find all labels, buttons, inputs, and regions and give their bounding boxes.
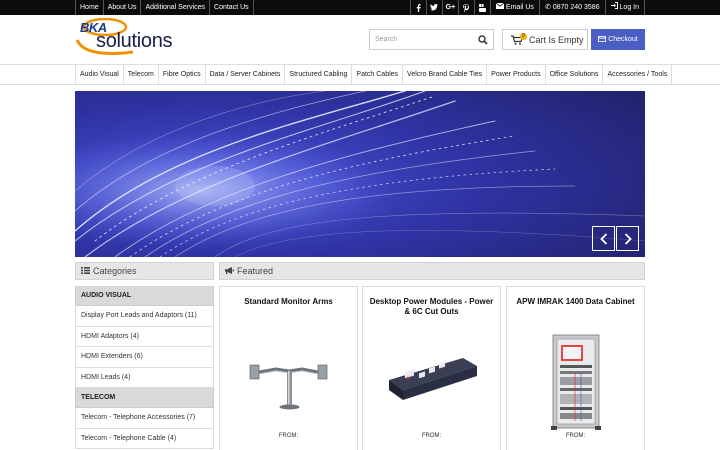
cart-button[interactable]: 0 Cart Is Empty	[502, 29, 588, 50]
product-name[interactable]: APW IMRAK 1400 Data Cabinet	[513, 297, 638, 307]
pinterest-icon[interactable]	[457, 0, 474, 15]
chevron-right-icon	[624, 232, 632, 245]
categories-header: Categories	[75, 262, 214, 280]
slider-prev-button[interactable]	[592, 226, 615, 251]
nav-item-accessories-tools[interactable]: Accessories / Tools	[602, 65, 673, 85]
twitter-icon[interactable]	[425, 0, 442, 15]
checkout-button[interactable]: Checkout	[591, 29, 645, 50]
product-name[interactable]: Desktop Power Modules - Power & 6C Cut O…	[369, 297, 494, 317]
product-price-from: FROM:	[421, 433, 442, 439]
list-icon	[81, 266, 90, 276]
login-label: Log In	[619, 4, 639, 11]
checkout-label: Checkout	[608, 36, 638, 43]
category-item-display-port[interactable]: Display Port Leads and Adaptors (11)	[75, 306, 214, 327]
categories-title: Categories	[93, 266, 137, 276]
category-list: AUDIO VISUAL Display Port Leads and Adap…	[75, 286, 214, 449]
nav-item-power-products[interactable]: Power Products	[486, 65, 544, 85]
phone-link[interactable]: ✆ 0870 240 3586	[538, 0, 605, 15]
fibre-optic-banner-image	[75, 91, 645, 257]
search-button[interactable]	[473, 30, 493, 49]
about-us-link[interactable]: About Us	[104, 0, 142, 15]
top-right-links: G+ Email Us ✆ 0870 240 3586 Log In	[409, 0, 645, 15]
hero-slider	[75, 91, 645, 257]
phone-icon: ✆	[544, 4, 551, 11]
power-module-image	[389, 358, 477, 400]
bullhorn-icon	[225, 266, 234, 276]
nav-item-velcro-cable-ties[interactable]: Velcro Brand Cable Ties	[402, 65, 486, 85]
email-us-link[interactable]: Email Us	[489, 0, 539, 15]
product-name[interactable]: Standard Monitor Arms	[226, 297, 351, 307]
site-header: BKA solutions 0 Cart Is Empty Checkout	[0, 15, 720, 64]
search-icon	[478, 34, 488, 45]
credit-card-icon	[598, 35, 607, 44]
category-item-hdmi-adaptors[interactable]: HDMI Adaptors (4)	[75, 326, 214, 347]
cart-count-badge: 0	[520, 33, 527, 40]
search-box	[369, 29, 494, 50]
youtube-icon[interactable]	[473, 0, 490, 15]
chevron-left-icon	[599, 232, 607, 245]
featured-header: Featured	[219, 262, 645, 280]
home-link[interactable]: Home	[75, 0, 104, 15]
cart-label: Cart Is Empty	[529, 34, 584, 45]
monitor-arm-image	[249, 364, 328, 410]
top-bar: Home About Us Additional Services Contac…	[0, 0, 720, 15]
nav-item-office-solutions[interactable]: Office Solutions	[544, 65, 603, 85]
nav-item-telecom[interactable]: Telecom	[122, 65, 158, 85]
category-group-telecom[interactable]: TELECOM	[75, 388, 214, 408]
top-links: Home About Us Additional Services Contac…	[75, 0, 254, 15]
nav-item-fibre-optics[interactable]: Fibre Optics	[157, 65, 205, 85]
category-item-telephone-accessories[interactable]: Telecom - Telephone Accessories (7)	[75, 408, 214, 429]
category-item-hdmi-leads[interactable]: HDMI Leads (4)	[75, 367, 214, 388]
data-cabinet-image	[551, 334, 601, 430]
sign-in-icon	[610, 0, 618, 15]
email-us-label: Email Us	[505, 4, 534, 11]
nav-item-structured-cabling[interactable]: Structured Cabling	[284, 65, 351, 85]
featured-title: Featured	[237, 266, 274, 276]
category-item-telephone-cable[interactable]: Telecom - Telephone Cable (4)	[75, 428, 214, 449]
contact-us-link[interactable]: Contact Us	[210, 0, 254, 15]
product-card[interactable]: Standard Monitor Arms FROM:	[219, 286, 358, 450]
envelope-icon	[495, 0, 505, 15]
slider-next-button[interactable]	[616, 226, 639, 251]
google-plus-icon[interactable]: G+	[441, 0, 458, 15]
logo-bottom-text: solutions	[96, 30, 173, 52]
nav-item-audio-visual[interactable]: Audio Visual	[75, 65, 123, 85]
additional-services-link[interactable]: Additional Services	[141, 0, 211, 15]
search-input[interactable]	[370, 30, 474, 49]
product-price-from: FROM:	[565, 433, 586, 439]
category-item-hdmi-extenders[interactable]: HDMI Extenders (6)	[75, 347, 214, 368]
nav-item-data-server-cabinets[interactable]: Data / Server Cabinets	[204, 65, 285, 85]
main-nav: Audio Visual Telecom Fibre Optics Data /…	[0, 64, 720, 85]
login-link[interactable]: Log In	[604, 0, 645, 15]
bka-solutions-logo[interactable]: BKA solutions	[75, 18, 183, 62]
phone-number: 0870 240 3586	[552, 4, 600, 11]
product-card[interactable]: Desktop Power Modules - Power & 6C Cut O…	[362, 286, 501, 450]
nav-item-patch-cables[interactable]: Patch Cables	[351, 65, 402, 85]
facebook-icon[interactable]	[409, 0, 426, 15]
category-group-audio-visual[interactable]: AUDIO VISUAL	[75, 286, 214, 306]
product-card[interactable]: APW IMRAK 1400 Data Cabinet FROM:	[506, 286, 645, 450]
product-price-from: FROM:	[278, 433, 299, 439]
